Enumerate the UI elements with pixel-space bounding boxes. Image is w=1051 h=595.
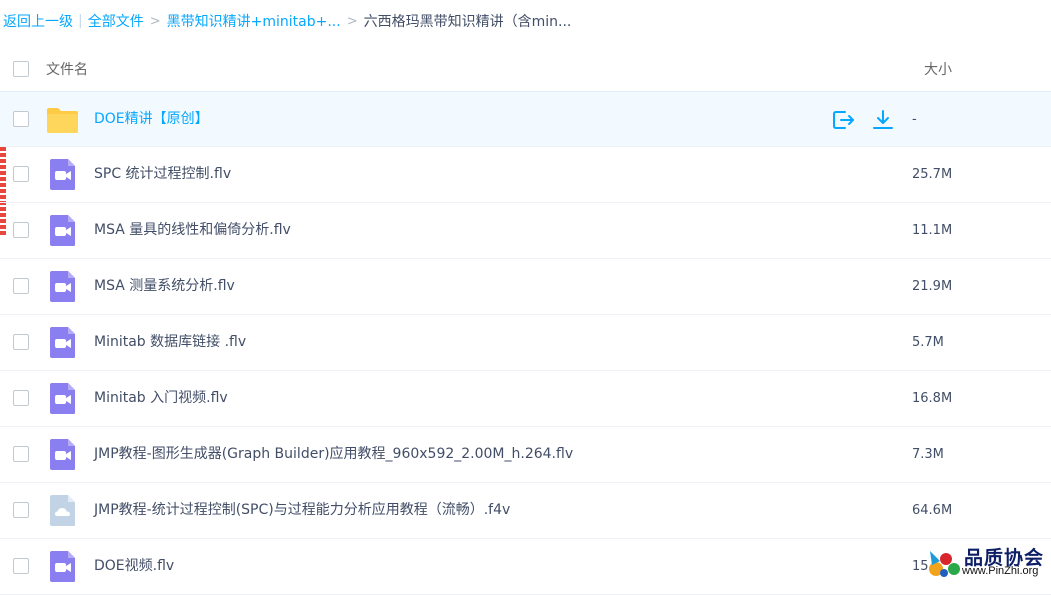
watermark-url: www.PinZhi.org [962,565,1039,577]
video-icon [46,550,79,583]
file-name[interactable]: JMP教程-图形生成器(Graph Builder)应用教程_960x592_2… [94,427,573,482]
file-size: 11.1M [912,223,953,238]
breadcrumb-chevron-icon: > [346,13,358,29]
file-size: - [912,112,917,127]
file-row[interactable]: MSA 测量系统分析.flv 21.9M [0,259,1051,315]
file-name[interactable]: DOE精讲【原创】 [94,92,209,147]
row-actions [831,108,895,132]
watermark-logo-icon [929,551,960,577]
video-icon [46,438,79,471]
column-header-name[interactable]: 文件名 [46,59,88,79]
file-name[interactable]: MSA 量具的线性和偏倚分析.flv [94,203,291,258]
file-row[interactable]: DOE视频.flv 15. [0,539,1051,595]
video-icon [46,382,79,415]
cloud-file-icon [46,494,79,527]
select-all-checkbox[interactable] [13,61,29,77]
folder-icon [46,103,79,136]
row-checkbox[interactable] [13,334,29,350]
row-checkbox[interactable] [13,446,29,462]
video-icon [46,214,79,247]
download-icon[interactable] [871,108,895,132]
row-checkbox[interactable] [13,558,29,574]
folder-row[interactable]: DOE精讲【原创】 - [0,91,1051,147]
file-row[interactable]: Minitab 入门视频.flv 16.8M [0,371,1051,427]
breadcrumb-chevron-icon: > [149,13,161,29]
file-row[interactable]: JMP教程-图形生成器(Graph Builder)应用教程_960x592_2… [0,427,1051,483]
file-row[interactable]: Minitab 数据库链接 .flv 5.7M [0,315,1051,371]
file-name[interactable]: JMP教程-统计过程控制(SPC)与过程能力分析应用教程（流畅）.f4v [94,483,510,538]
row-checkbox[interactable] [13,390,29,406]
video-icon [46,326,79,359]
file-size: 5.7M [912,335,944,350]
file-size: 16.8M [912,391,953,406]
row-checkbox[interactable] [13,111,29,127]
file-size: 21.9M [912,279,953,294]
breadcrumb-divider: | [78,13,83,29]
file-list: DOE精讲【原创】 - SPC 统计过程控制.flv 25.7M MSA 量具的线性和偏… [0,91,1051,595]
file-name[interactable]: Minitab 数据库链接 .flv [94,315,246,370]
file-name[interactable]: Minitab 入门视频.flv [94,371,228,426]
breadcrumb-back[interactable]: 返回上一级 [3,11,73,31]
video-icon [46,158,79,191]
breadcrumb-all-files[interactable]: 全部文件 [88,11,144,31]
file-list-header: 文件名 大小 [0,47,1051,90]
row-checkbox[interactable] [13,166,29,182]
file-row[interactable]: JMP教程-统计过程控制(SPC)与过程能力分析应用教程（流畅）.f4v 64.6… [0,483,1051,539]
file-name[interactable]: MSA 测量系统分析.flv [94,259,235,314]
file-size: 25.7M [912,167,953,182]
file-name[interactable]: DOE视频.flv [94,539,174,594]
share-icon[interactable] [831,108,855,132]
breadcrumb-parent[interactable]: 黑带知识精讲+minitab+... [167,11,341,31]
file-row[interactable]: SPC 统计过程控制.flv 25.7M [0,147,1051,203]
file-name[interactable]: SPC 统计过程控制.flv [94,147,231,202]
file-size: 64.6M [912,503,953,518]
breadcrumb: 返回上一级 | 全部文件 > 黑带知识精讲+minitab+... > 六西格玛… [0,0,1051,42]
file-size: 7.3M [912,447,944,462]
column-header-size[interactable]: 大小 [924,59,952,79]
watermark: 品质协会 www.PinZhi.org [924,541,1051,581]
breadcrumb-current: 六西格玛黑带知识精讲（含min... [363,14,572,30]
row-checkbox[interactable] [13,222,29,238]
file-row[interactable]: MSA 量具的线性和偏倚分析.flv 11.1M [0,203,1051,259]
video-icon [46,270,79,303]
row-checkbox[interactable] [13,278,29,294]
row-checkbox[interactable] [13,502,29,518]
